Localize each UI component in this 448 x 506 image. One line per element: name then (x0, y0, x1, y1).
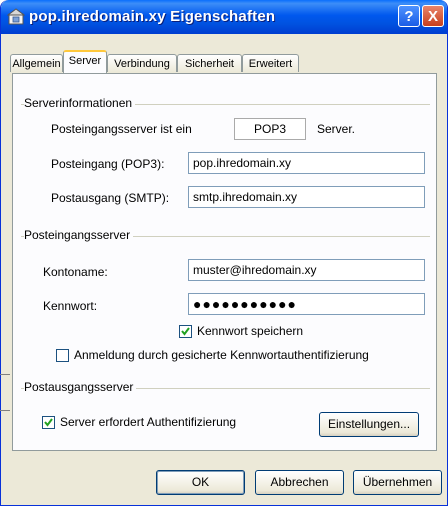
incoming-type-suffix: Server. (317, 122, 356, 136)
incoming-server-input[interactable]: pop.ihredomain.xy (188, 152, 425, 174)
outgoing-server-input[interactable]: smtp.ihredomain.xy (188, 186, 425, 208)
tab-label: Erweitert (248, 58, 293, 70)
outgoing-server-label: Postausgang (SMTP): (51, 191, 170, 205)
tab-verbindung[interactable]: Verbindung (107, 54, 177, 72)
checkmark-icon (181, 327, 190, 336)
tab-label: Verbindung (114, 58, 170, 70)
tab-label: Server (68, 55, 102, 67)
background-line (0, 410, 10, 411)
remember-password-checkbox[interactable] (179, 325, 192, 338)
incoming-type-value: POP3 (234, 118, 306, 140)
title-bar[interactable]: pop.ihredomain.xy Eigenschaften ? X (1, 0, 447, 34)
ok-button[interactable]: OK (156, 470, 245, 495)
incoming-group-label: Posteingangsserver (24, 228, 134, 242)
tab-erweitert[interactable]: Erweitert (242, 54, 299, 72)
properties-dialog: pop.ihredomain.xy Eigenschaften ? X Allg… (0, 0, 448, 506)
serverinfo-group-label: Serverinformationen (24, 96, 136, 110)
server-tab-panel: Serverinformationen Posteingangsserver i… (12, 73, 437, 451)
mail-server-icon (7, 8, 25, 25)
incoming-type-label: Posteingangsserver ist ein (51, 122, 192, 136)
close-button[interactable]: X (422, 5, 444, 27)
smtp-auth-checkbox[interactable] (42, 416, 55, 429)
password-input[interactable]: ●●●●●●●●●●● (188, 293, 425, 315)
tab-sicherheit[interactable]: Sicherheit (177, 54, 242, 72)
checkmark-icon (44, 418, 53, 427)
settings-button[interactable]: Einstellungen... (319, 412, 419, 437)
account-name-label: Kontoname: (43, 265, 108, 279)
background-line (0, 374, 10, 375)
tab-server[interactable]: Server (63, 50, 107, 73)
spa-label[interactable]: Anmeldung durch gesicherte Kennwortauthe… (74, 348, 369, 362)
spa-checkbox[interactable] (56, 349, 69, 362)
account-name-input[interactable]: muster@ihredomain.xy (188, 259, 425, 281)
tab-label: Sicherheit (185, 58, 234, 70)
window-title: pop.ihredomain.xy Eigenschaften (29, 8, 276, 25)
tab-label: Allgemein (12, 58, 61, 70)
incoming-server-label: Posteingang (POP3): (51, 157, 165, 171)
cancel-button[interactable]: Abbrechen (255, 470, 344, 495)
smtp-auth-label[interactable]: Server erfordert Authentifizierung (60, 415, 236, 429)
apply-button[interactable]: Übernehmen (353, 470, 442, 495)
password-label: Kennwort: (43, 299, 98, 313)
outgoing-group-label: Postausgangsserver (24, 380, 137, 394)
help-button[interactable]: ? (398, 5, 420, 27)
help-icon: ? (404, 8, 414, 25)
close-icon: X (427, 8, 438, 25)
remember-password-label[interactable]: Kennwort speichern (197, 324, 303, 338)
tab-allgemein[interactable]: Allgemein (10, 54, 63, 72)
